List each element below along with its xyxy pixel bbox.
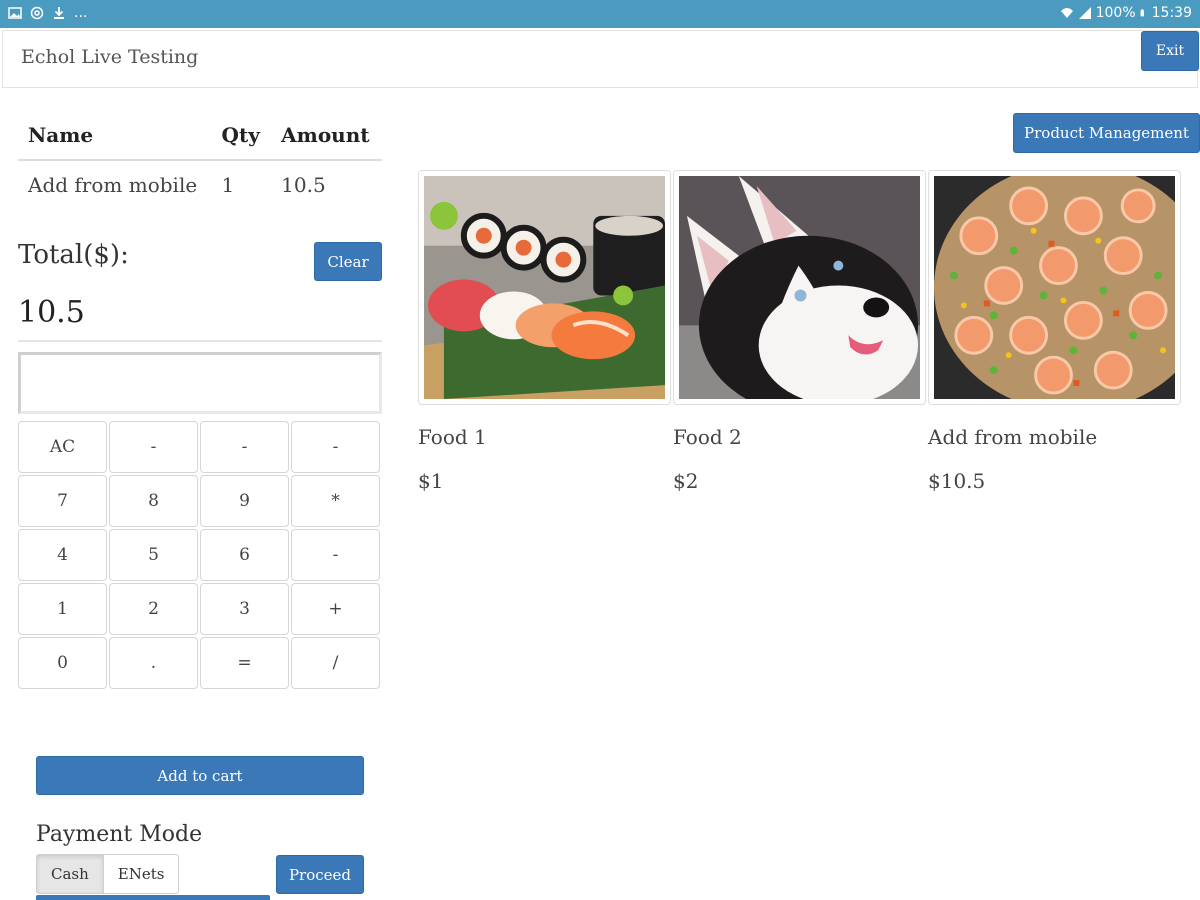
exit-button[interactable]: Exit — [1141, 31, 1199, 71]
payment-option-enets[interactable]: ENets — [103, 854, 180, 894]
cart-item-amount: 10.5 — [281, 173, 326, 197]
payment-option-cash[interactable]: Cash — [36, 854, 104, 894]
app-header: Echol Live Testing Exit — [2, 30, 1199, 88]
product-grid: Food 1 $1 Food 2 $2 Add from mobile $10.… — [418, 170, 1200, 493]
product-image[interactable] — [673, 170, 926, 405]
key-1[interactable]: 1 — [18, 583, 107, 635]
key-decimal[interactable]: . — [109, 637, 198, 689]
product-card[interactable]: Food 2 $2 — [673, 170, 926, 493]
clear-button[interactable]: Clear — [314, 242, 382, 281]
total-label: Total($): — [18, 240, 129, 270]
key-0[interactable]: 0 — [18, 637, 107, 689]
payment-mode-label: Payment Mode — [36, 822, 203, 847]
app-title: Echol Live Testing — [21, 46, 199, 68]
key-equals[interactable]: = — [200, 637, 289, 689]
husky-dog-image — [679, 176, 920, 399]
clock: 15:39 — [1151, 5, 1192, 21]
column-header-amount: Amount — [271, 113, 382, 161]
key-divide[interactable]: / — [291, 637, 380, 689]
product-image[interactable] — [928, 170, 1181, 405]
status-bar-system: 100% 15:39 — [1060, 5, 1192, 21]
image-icon — [8, 7, 22, 19]
key-add[interactable]: + — [291, 583, 380, 635]
key-6[interactable]: 6 — [200, 529, 289, 581]
key-2[interactable]: 2 — [109, 583, 198, 635]
product-name: Food 1 — [418, 425, 487, 449]
product-card[interactable]: Add from mobile $10.5 — [928, 170, 1181, 493]
total-value: 10.5 — [18, 295, 85, 330]
product-price: $10.5 — [928, 469, 986, 493]
product-management-button[interactable]: Product Management — [1013, 113, 1200, 153]
key-9[interactable]: 9 — [200, 475, 289, 527]
column-header-qty: Qty — [211, 113, 272, 161]
key-8[interactable]: 8 — [109, 475, 198, 527]
column-header-name: Name — [18, 113, 212, 161]
status-bar-notifications: ... — [8, 5, 87, 21]
key-7[interactable]: 7 — [18, 475, 107, 527]
key-3[interactable]: 3 — [200, 583, 289, 635]
product-price: $1 — [418, 469, 444, 493]
add-to-cart-button[interactable]: Add to cart — [36, 756, 364, 795]
partial-button-bottom[interactable] — [36, 895, 270, 900]
key-multiply[interactable]: * — [291, 475, 380, 527]
battery-icon — [1140, 9, 1144, 17]
product-card[interactable]: Food 1 $1 — [418, 170, 671, 493]
key-blank-2[interactable]: - — [200, 421, 289, 473]
key-blank-1[interactable]: - — [109, 421, 198, 473]
battery-percent: 100% — [1095, 5, 1136, 21]
cart-item-name: Add from mobile — [28, 173, 198, 197]
proceed-button[interactable]: Proceed — [276, 855, 364, 894]
product-price: $2 — [673, 469, 699, 493]
cart-header-row: Name Qty Amount — [18, 113, 382, 161]
product-name: Add from mobile — [928, 425, 1098, 449]
status-ellipsis: ... — [74, 5, 88, 21]
key-5[interactable]: 5 — [109, 529, 198, 581]
payment-mode-toggle: Cash ENets — [36, 854, 180, 894]
key-4[interactable]: 4 — [18, 529, 107, 581]
cart-item-qty: 1 — [221, 173, 235, 197]
key-subtract[interactable]: - — [291, 529, 380, 581]
product-image[interactable] — [418, 170, 671, 405]
product-name: Food 2 — [673, 425, 742, 449]
sushi-image — [424, 176, 665, 399]
wifi-icon — [1060, 8, 1073, 18]
calculator-display-input[interactable] — [18, 352, 382, 414]
signal-icon — [1078, 7, 1091, 19]
download-icon — [54, 7, 64, 19]
key-blank-3[interactable]: - — [291, 421, 380, 473]
calculator-keypad: AC - - - 7 8 9 * 4 5 6 - 1 2 3 + 0 . = / — [18, 421, 382, 689]
at-icon — [30, 6, 44, 20]
divider — [18, 340, 382, 342]
shrimp-fried-rice-image — [934, 176, 1175, 399]
cart-table: Name Qty Amount Add from mobile 1 10.5 — [18, 113, 382, 209]
cart-row[interactable]: Add from mobile 1 10.5 — [18, 160, 382, 209]
status-bar: ... 100% 15:39 — [0, 0, 1200, 28]
key-clear-all[interactable]: AC — [18, 421, 107, 473]
